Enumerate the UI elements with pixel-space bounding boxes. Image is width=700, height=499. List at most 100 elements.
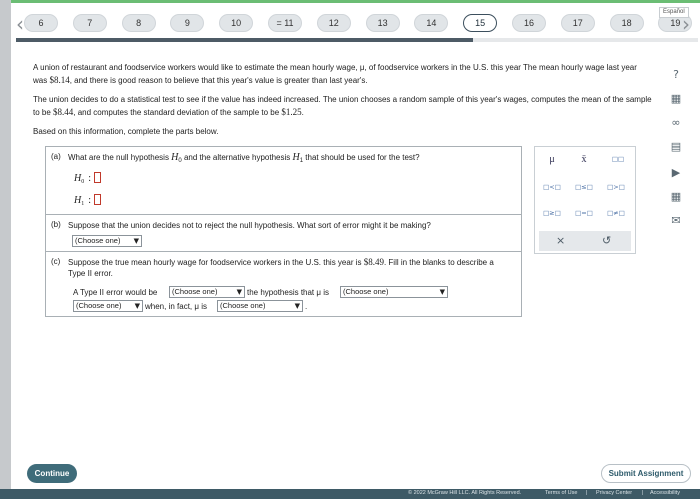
terms-link[interactable]: Terms of Use: [545, 490, 577, 496]
hypothesis-state-dropdown[interactable]: (Choose one) ▼: [73, 300, 143, 312]
previous-arrow-icon[interactable]: ‹: [16, 14, 24, 34]
privacy-link[interactable]: Privacy Center: [596, 490, 632, 496]
part-a-label: (a): [51, 152, 61, 161]
problem-paragraph-2: The union decides to do a statistical te…: [33, 94, 653, 119]
submit-assignment-button[interactable]: Submit Assignment: [601, 464, 691, 483]
sample-std-dev: $1.25: [281, 107, 302, 117]
alt-hypothesis-symbol: H: [292, 152, 300, 163]
part-b-question: Suppose that the union decides not to re…: [68, 221, 431, 230]
language-link[interactable]: Español: [659, 7, 689, 18]
footer-separator: |: [642, 490, 644, 496]
part-c-question: Suppose the true mean hourly wage for fo…: [68, 257, 508, 279]
dropdown-value: (Choose one): [343, 287, 389, 296]
dropdown-value: (Choose one): [172, 287, 218, 296]
part-c-label: (c): [51, 257, 61, 266]
top-accent-bar: [0, 0, 700, 3]
problem-statement: A union of restaurant and foodservice wo…: [33, 62, 653, 145]
greater-than-key[interactable]: □>□: [605, 183, 627, 191]
type-ii-text-3: when, in fact, μ is: [145, 302, 207, 311]
footer-separator: |: [586, 490, 588, 496]
type-ii-text-2: the hypothesis that μ is: [247, 288, 329, 297]
error-type-dropdown[interactable]: (Choose one) ▼: [72, 235, 142, 247]
question-text: What are the null hypothesis: [68, 153, 172, 162]
left-edge: [0, 0, 11, 499]
dropdown-value: (Choose one): [76, 301, 122, 310]
calculator-icon[interactable]: ▦: [668, 92, 684, 106]
progress-fill: [16, 38, 473, 42]
alt-hypothesis-input[interactable]: [94, 194, 102, 205]
chevron-down-icon: ▼: [294, 302, 300, 310]
chevron-down-icon: ▼: [133, 237, 139, 245]
part-b-label: (b): [51, 220, 61, 229]
question-pill-7[interactable]: 7: [72, 14, 107, 32]
subscript: 1: [81, 201, 85, 207]
question-pill-16[interactable]: 16: [512, 14, 546, 32]
clear-icon[interactable]: ×: [556, 234, 565, 247]
question-pill-13[interactable]: 13: [365, 14, 400, 32]
undo-icon[interactable]: ↺: [602, 234, 611, 247]
message-icon[interactable]: ✉: [668, 214, 684, 228]
copyright-text: © 2022 McGraw Hill LLC. All Rights Reser…: [408, 490, 522, 496]
dropdown-value: (Choose one): [220, 301, 266, 310]
question-navigation: ‹ 6 7 8 9 10 = 11 12 13 14 15 16 17 18 19 › Español: [14, 7, 700, 40]
true-relation-dropdown[interactable]: (Choose one) ▼: [217, 300, 303, 312]
question-pill-6[interactable]: 6: [24, 14, 58, 32]
question-pill-18[interactable]: 18: [609, 14, 644, 32]
dropdown-value: (Choose one): [75, 236, 121, 245]
link-icon[interactable]: ∞: [668, 116, 684, 130]
greater-equal-key[interactable]: □≥□: [541, 209, 563, 217]
hypothesis-relation-dropdown[interactable]: (Choose one) ▼: [340, 286, 448, 298]
colon: :: [88, 173, 92, 184]
question-pill-15[interactable]: 15: [463, 14, 498, 32]
palette-footer: × ↺: [539, 231, 631, 251]
xbar-key[interactable]: x̄: [573, 154, 595, 165]
question-pill-12[interactable]: 12: [316, 14, 351, 32]
question-pill-11[interactable]: = 11: [268, 14, 302, 32]
notes-icon[interactable]: ▤: [668, 140, 684, 154]
reject-choice-dropdown[interactable]: (Choose one) ▼: [169, 286, 245, 298]
footer-bar: [0, 489, 700, 499]
last-year-mean: $8.14: [49, 75, 70, 85]
question-pill-10[interactable]: 10: [219, 14, 254, 32]
period: .: [305, 302, 308, 311]
help-icon[interactable]: ?: [668, 68, 684, 82]
null-hypothesis-row: H0:: [74, 172, 102, 185]
part-b: (b) Suppose that the union decides not t…: [45, 214, 522, 252]
chevron-down-icon: ▼: [134, 302, 140, 310]
chevron-down-icon: ▼: [236, 288, 242, 296]
accessibility-link[interactable]: Accessibility: [650, 490, 680, 496]
progress-track: [16, 38, 698, 42]
question-pill-8[interactable]: 8: [121, 14, 156, 32]
question-text: and the alternative hypothesis: [181, 153, 293, 162]
question-text: Suppose the true mean hourly wage for fo…: [68, 258, 364, 267]
part-a: (a) What are the null hypothesis H0 and …: [45, 146, 522, 215]
problem-paragraph-1: A union of restaurant and foodservice wo…: [33, 62, 653, 87]
math-palette: μ x̄ □□ □<□ □≤□ □>□ □≥□ □=□ □≠□ × ↺: [534, 146, 636, 254]
part-c: (c) Suppose the true mean hourly wage fo…: [45, 251, 522, 317]
question-pill-14[interactable]: 14: [414, 14, 449, 32]
continue-button[interactable]: Continue: [27, 464, 77, 483]
sample-mean: $8.44: [53, 107, 74, 117]
video-icon[interactable]: ▶: [668, 166, 684, 180]
question-text: that should be used for the test?: [303, 153, 420, 162]
chevron-down-icon: ▼: [439, 288, 445, 296]
colon: :: [88, 195, 92, 206]
paragraph-text: .: [301, 108, 304, 117]
table-icon[interactable]: ▦: [668, 190, 684, 204]
part-a-question: What are the null hypothesis H0 and the …: [68, 152, 508, 167]
subscript: 0: [81, 179, 85, 185]
alt-hypothesis-row: H1:: [74, 194, 102, 207]
question-pill-17[interactable]: 17: [560, 14, 595, 32]
type-ii-text-1: A Type II error would be: [73, 288, 158, 297]
question-pill-9[interactable]: 9: [170, 14, 205, 32]
superscript-key[interactable]: □□: [607, 155, 629, 163]
not-equal-key[interactable]: □≠□: [605, 209, 627, 217]
paragraph-text: , and computes the standard deviation of…: [73, 108, 282, 117]
less-equal-key[interactable]: □≤□: [573, 183, 595, 191]
less-than-key[interactable]: □<□: [541, 183, 563, 191]
paragraph-text: , and there is good reason to believe th…: [69, 76, 368, 85]
mu-key[interactable]: μ: [541, 154, 563, 165]
null-hypothesis-input[interactable]: [94, 172, 102, 183]
equals-key[interactable]: □=□: [573, 209, 595, 217]
problem-paragraph-3: Based on this information, complete the …: [33, 127, 219, 136]
